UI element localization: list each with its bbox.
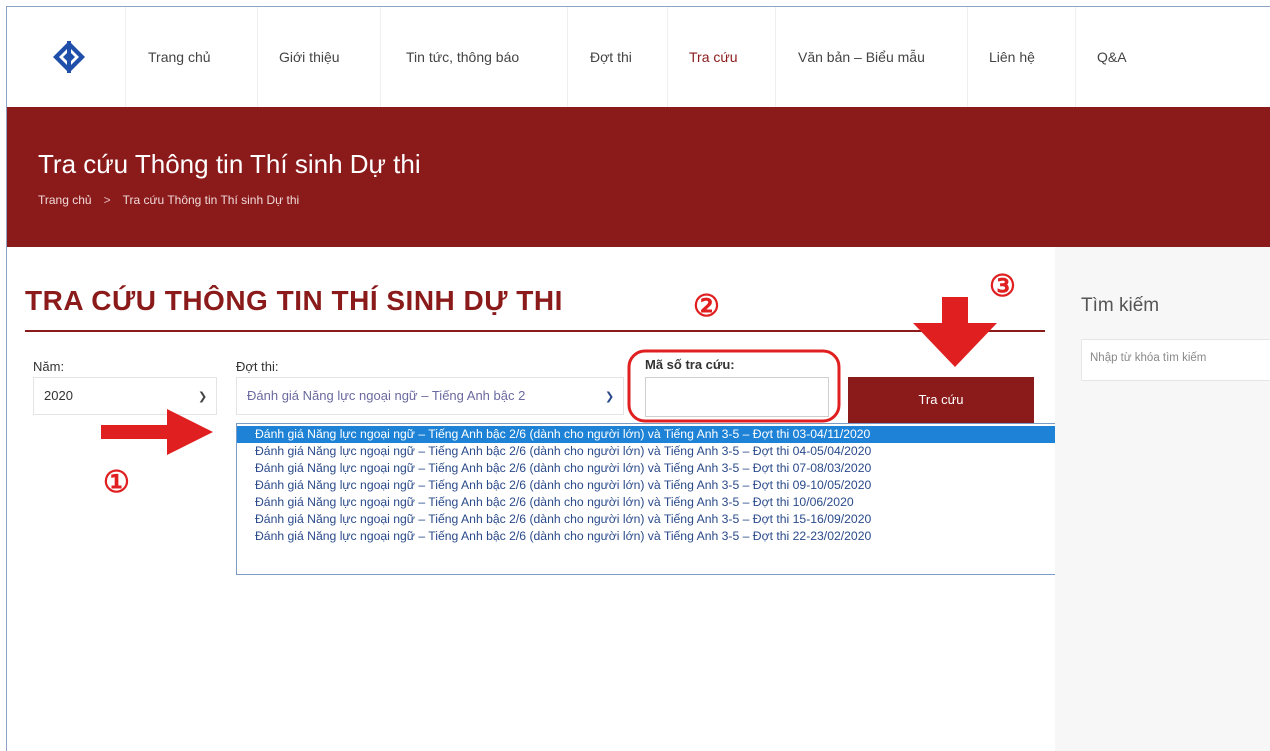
step3-marker: ③ [989,270,1016,303]
nav-item-contact[interactable]: Liên hệ [989,49,1035,65]
sidebar-search-title: Tìm kiếm [1081,295,1160,316]
browser-viewport: Trang chủ Giới thiệu Tin tức, thông báo … [6,6,1270,751]
top-navigation: Trang chủ Giới thiệu Tin tức, thông báo … [7,7,1270,108]
page-banner: Tra cứu Thông tin Thí sinh Dự thi Trang … [7,107,1270,247]
session-label: Đợt thi: [236,359,279,374]
year-select[interactable]: 2020 ❯ [33,377,217,415]
breadcrumb-separator: > [103,193,111,207]
heading-divider [25,330,1045,332]
session-select-value: Đánh giá Năng lực ngoại ngữ – Tiếng Anh … [247,388,526,403]
step3-arrow-icon [913,297,997,367]
dropdown-option[interactable]: Đánh giá Năng lực ngoại ngữ – Tiếng Anh … [237,443,1077,460]
breadcrumb-current: Tra cứu Thông tin Thí sinh Dự thi [122,193,300,207]
session-select[interactable]: Đánh giá Năng lực ngoại ngữ – Tiếng Anh … [236,377,624,415]
nav-item-exam-sessions[interactable]: Đợt thi [590,49,632,65]
chevron-down-icon: ❯ [198,391,208,403]
diamond-logo-icon[interactable] [51,39,87,75]
lookup-code-label: Mã số tra cứu: [645,357,735,372]
year-label: Năm: [33,359,65,374]
nav-item-home[interactable]: Trang chủ [148,49,211,65]
nav-item-documents[interactable]: Văn bản – Biểu mẫu [798,49,925,65]
breadcrumb-home[interactable]: Trang chủ [38,193,92,207]
year-select-value: 2020 [44,388,73,403]
breadcrumb: Trang chủ > Tra cứu Thông tin Thí sinh Dự … [38,193,299,207]
nav-item-qa[interactable]: Q&A [1097,49,1127,65]
sidebar-search-input[interactable]: Nhập từ khóa tìm kiếm [1081,339,1270,381]
nav-item-news[interactable]: Tin tức, thông báo [406,49,519,65]
section-heading: TRA CỨU THÔNG TIN THÍ SINH DỰ THI [25,285,563,316]
page-title: Tra cứu Thông tin Thí sinh Dự thi [38,149,421,179]
session-dropdown-list[interactable]: Đánh giá Năng lực ngoại ngữ – Tiếng Anh … [236,423,1078,575]
step2-marker: ② [693,290,720,323]
dropdown-option[interactable]: Đánh giá Năng lực ngoại ngữ – Tiếng Anh … [237,477,1077,494]
dropdown-option[interactable]: Đánh giá Năng lực ngoại ngữ – Tiếng Anh … [237,460,1077,477]
dropdown-option[interactable]: Đánh giá Năng lực ngoại ngữ – Tiếng Anh … [237,511,1077,528]
chevron-down-icon: ❯ [605,391,615,403]
lookup-button[interactable]: Tra cứu [848,377,1034,423]
dropdown-option[interactable]: Đánh giá Năng lực ngoại ngữ – Tiếng Anh … [237,494,1077,511]
nav-item-lookup[interactable]: Tra cứu [689,49,738,65]
step1-arrow-icon [101,409,213,455]
dropdown-option[interactable]: Đánh giá Năng lực ngoại ngữ – Tiếng Anh … [237,528,1077,545]
nav-item-about[interactable]: Giới thiệu [279,49,340,65]
dropdown-option[interactable]: Đánh giá Năng lực ngoại ngữ – Tiếng Anh … [237,426,1077,443]
lookup-code-input[interactable] [645,377,829,417]
sidebar: Tìm kiếm Nhập từ khóa tìm kiếm [1055,247,1270,751]
step1-marker: ① [103,466,130,499]
